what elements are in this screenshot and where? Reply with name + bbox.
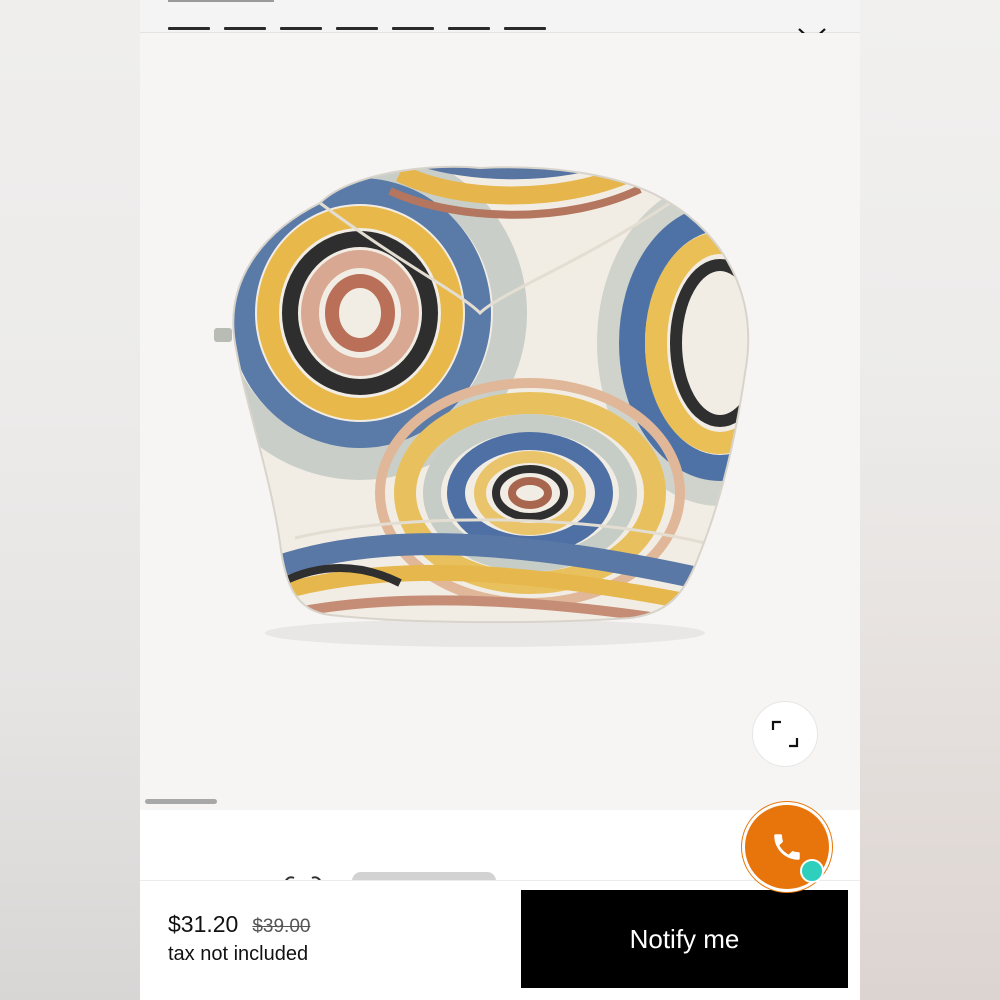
product-image bbox=[214, 165, 750, 647]
purchase-bar: $31.20 $39.00 tax not included Notify me bbox=[140, 880, 860, 1000]
backdrop-left bbox=[0, 0, 140, 1000]
price-row: $31.20 $39.00 bbox=[168, 911, 310, 938]
notify-me-button[interactable]: Notify me bbox=[521, 890, 848, 988]
backdrop-right bbox=[860, 0, 1000, 1000]
header-underline bbox=[168, 0, 274, 2]
expand-icon bbox=[771, 720, 799, 748]
original-price: $39.00 bbox=[252, 916, 311, 937]
expand-image-button[interactable] bbox=[752, 701, 818, 767]
current-price: $31.20 bbox=[168, 911, 239, 937]
tax-note: tax not included bbox=[168, 943, 309, 965]
product-image-gallery[interactable] bbox=[140, 33, 860, 810]
gallery-scroll-indicator bbox=[145, 799, 217, 804]
online-status-dot bbox=[800, 859, 824, 883]
phone-icon bbox=[774, 834, 800, 860]
header-text-placeholder bbox=[168, 27, 546, 30]
top-header bbox=[140, 0, 860, 33]
product-page: $31.20 $39.00 tax not included Notify me bbox=[140, 0, 860, 1000]
